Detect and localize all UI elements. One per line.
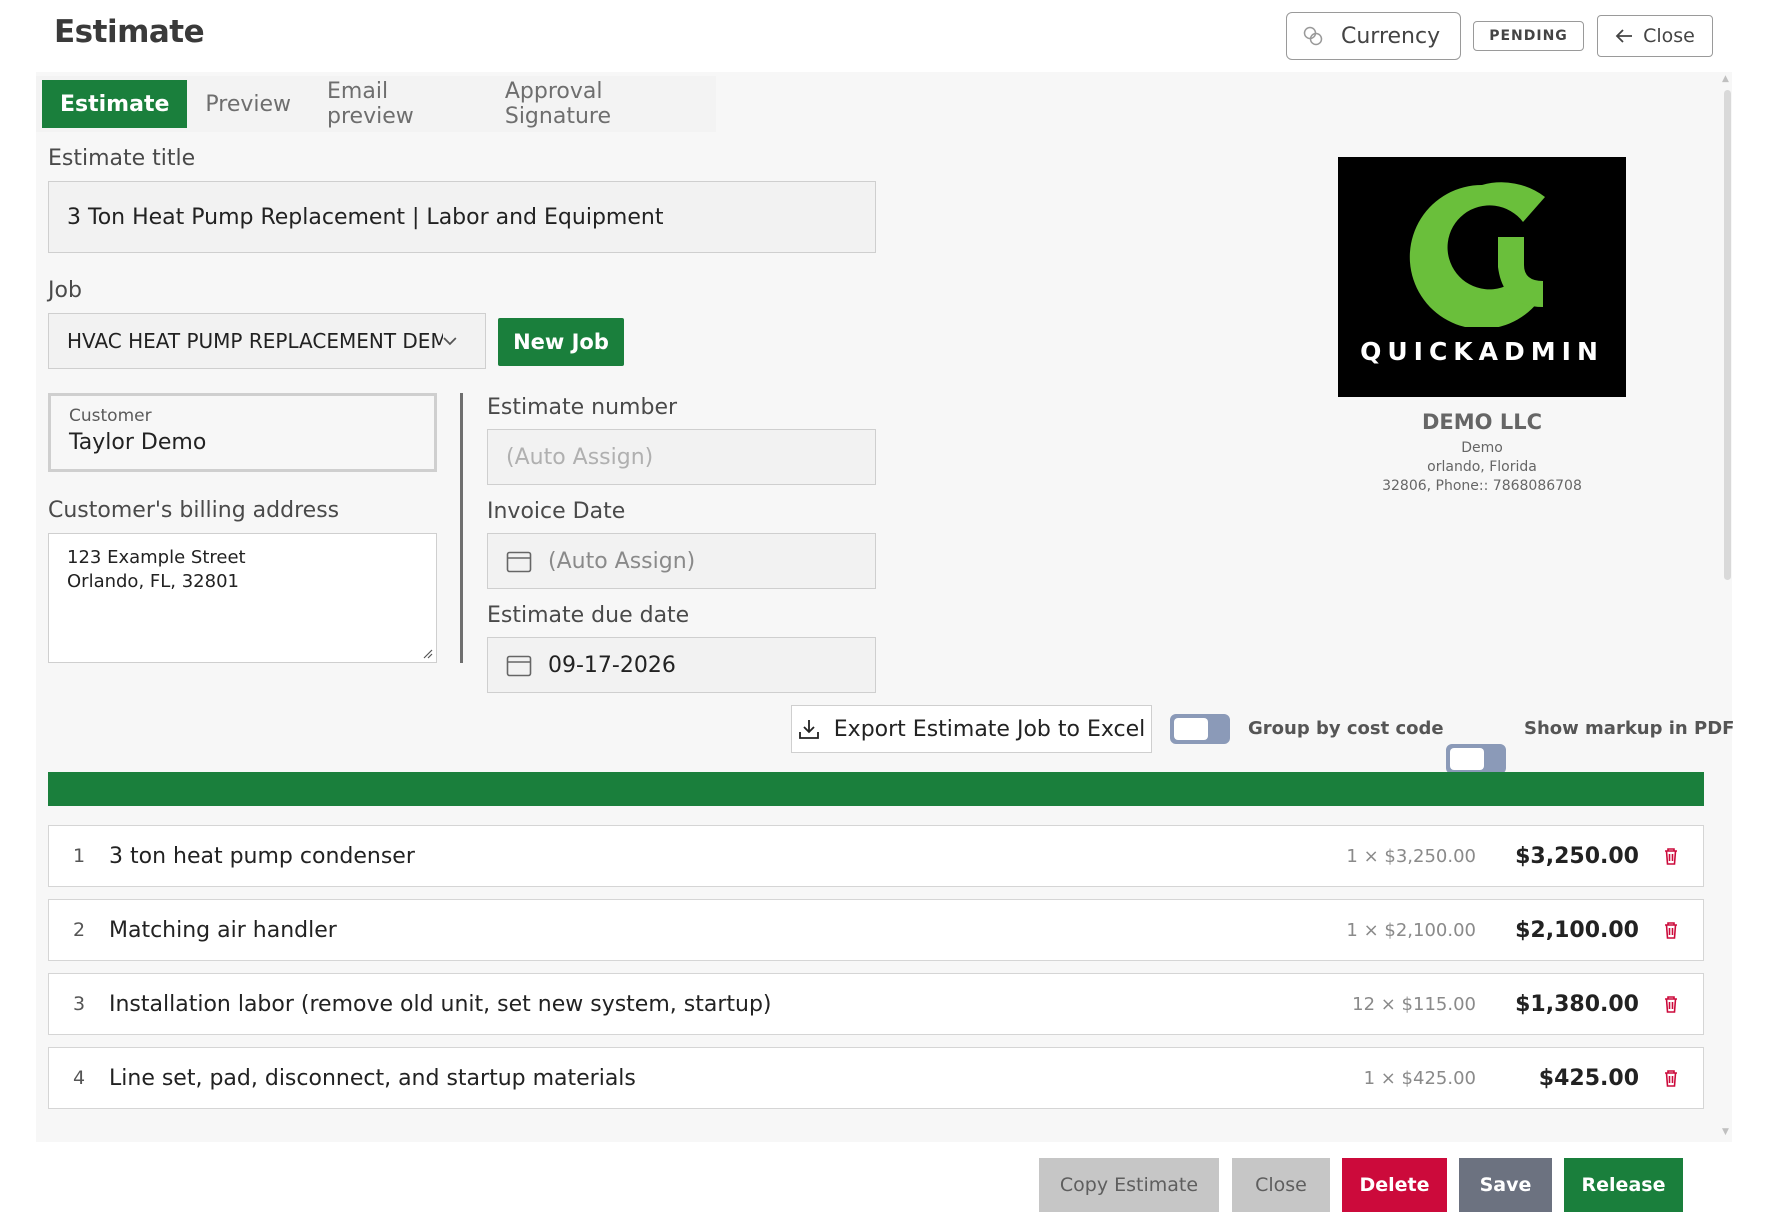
line-item-total: $1,380.00	[1515, 991, 1639, 1017]
close-button[interactable]: Close	[1232, 1158, 1330, 1212]
arrow-left-icon	[1615, 29, 1633, 43]
currency-button[interactable]: Currency	[1286, 12, 1461, 60]
page-title: Estimate	[54, 14, 205, 50]
job-label: Job	[48, 278, 82, 303]
billing-address-line1: 123 Example Street	[67, 547, 246, 568]
estimate-number-label: Estimate number	[487, 395, 678, 420]
estimate-number-input[interactable]: (Auto Assign)	[487, 429, 876, 485]
resize-grip-icon[interactable]	[423, 649, 433, 659]
scroll-down-arrow[interactable]: ▼	[1722, 1127, 1729, 1137]
line-item-description: Matching air handler	[109, 917, 337, 943]
job-select-value: HVAC HEAT PUMP REPLACEMENT DEM	[67, 329, 444, 353]
download-icon	[798, 720, 819, 739]
close-button-top[interactable]: Close	[1597, 15, 1713, 57]
line-item-total: $3,250.00	[1515, 843, 1639, 869]
customer-label: Customer	[69, 406, 152, 426]
due-date-value: 09-17-2026	[548, 652, 676, 678]
job-select[interactable]: HVAC HEAT PUMP REPLACEMENT DEM	[48, 313, 486, 369]
chevron-down-icon	[443, 337, 457, 346]
line-item-total: $2,100.00	[1515, 917, 1639, 943]
trash-icon[interactable]	[1659, 918, 1683, 942]
export-label: Export Estimate Job to Excel	[833, 716, 1146, 742]
line-item-description: 3 ton heat pump condenser	[109, 843, 415, 869]
vertical-divider	[460, 393, 463, 663]
tab-estimate[interactable]: Estimate	[42, 80, 188, 128]
currency-label: Currency	[1341, 23, 1441, 49]
export-excel-button[interactable]: Export Estimate Job to Excel	[791, 705, 1152, 753]
line-items-header-bar	[48, 772, 1704, 806]
estimate-title-input[interactable]: 3 Ton Heat Pump Replacement | Labor and …	[48, 181, 876, 253]
customer-value: Taylor Demo	[69, 430, 207, 455]
close-label: Close	[1643, 25, 1695, 47]
invoice-date-input[interactable]: (Auto Assign)	[487, 533, 876, 589]
tab-email-preview[interactable]: Email preview	[309, 79, 487, 129]
company-line-1: Demo	[1461, 440, 1503, 456]
line-item-total: $425.00	[1538, 1065, 1639, 1091]
company-line-2: orlando, Florida	[1427, 459, 1537, 475]
logo-text: QUICKADMIN	[1360, 337, 1604, 366]
new-job-button[interactable]: New Job	[498, 318, 624, 366]
billing-address-label: Customer's billing address	[48, 498, 340, 523]
tab-preview[interactable]: Preview	[187, 80, 309, 128]
trash-icon[interactable]	[1659, 992, 1683, 1016]
currency-icon	[1303, 26, 1323, 46]
trash-icon[interactable]	[1659, 844, 1683, 868]
estimate-number-placeholder: (Auto Assign)	[506, 444, 654, 470]
trash-icon[interactable]	[1659, 1066, 1683, 1090]
group-by-cost-code-toggle[interactable]	[1170, 714, 1230, 744]
delete-button[interactable]: Delete	[1342, 1158, 1447, 1212]
calendar-icon	[506, 655, 532, 677]
line-item-row[interactable]: 2 Matching air handler 1 × $2,100.00 $2,…	[48, 899, 1704, 961]
line-item-number: 1	[72, 845, 86, 867]
estimate-title-value: 3 Ton Heat Pump Replacement | Labor and …	[67, 204, 664, 230]
line-item-qty-price: 1 × $425.00	[1363, 1067, 1476, 1089]
line-item-number: 4	[72, 1067, 86, 1089]
scroll-up-arrow[interactable]: ▲	[1722, 74, 1729, 84]
release-button[interactable]: Release	[1564, 1158, 1683, 1212]
show-markup-toggle[interactable]	[1446, 744, 1506, 774]
billing-address-line2: Orlando, FL, 32801	[67, 571, 239, 592]
line-item-qty-price: 12 × $115.00	[1352, 993, 1476, 1015]
company-line-3: 32806, Phone:: 7868086708	[1382, 478, 1582, 494]
due-date-label: Estimate due date	[487, 603, 690, 628]
due-date-input[interactable]: 09-17-2026	[487, 637, 876, 693]
line-item-description: Installation labor (remove old unit, set…	[109, 991, 772, 1017]
tab-approval-signature[interactable]: Approval Signature	[487, 79, 716, 129]
line-item-description: Line set, pad, disconnect, and startup m…	[109, 1065, 636, 1091]
company-name: DEMO LLC	[1421, 410, 1542, 434]
customer-field[interactable]: Customer Taylor Demo	[48, 393, 437, 472]
calendar-icon	[506, 551, 532, 573]
group-by-cost-code-label: Group by cost code	[1248, 718, 1444, 739]
line-item-qty-price: 1 × $2,100.00	[1346, 919, 1476, 941]
estimate-title-label: Estimate title	[48, 146, 196, 171]
tab-bar: Estimate Preview Email preview Approval …	[36, 76, 716, 132]
toggle-knob	[1450, 748, 1484, 770]
status-badge: PENDING	[1473, 21, 1584, 51]
invoice-date-placeholder: (Auto Assign)	[548, 548, 696, 574]
line-item-qty-price: 1 × $3,250.00	[1346, 845, 1476, 867]
scrollbar-thumb[interactable]	[1724, 90, 1731, 580]
copy-estimate-button[interactable]: Copy Estimate	[1039, 1158, 1219, 1212]
invoice-date-label: Invoice Date	[487, 499, 626, 524]
line-item-number: 2	[72, 919, 86, 941]
show-markup-label: Show markup in PDF	[1524, 718, 1735, 739]
save-button[interactable]: Save	[1459, 1158, 1552, 1212]
line-item-row[interactable]: 4 Line set, pad, disconnect, and startup…	[48, 1047, 1704, 1109]
line-item-row[interactable]: 1 3 ton heat pump condenser 1 × $3,250.0…	[48, 825, 1704, 887]
line-item-row[interactable]: 3 Installation labor (remove old unit, s…	[48, 973, 1704, 1035]
line-item-number: 3	[72, 993, 86, 1015]
billing-address-textarea[interactable]: 123 Example Street Orlando, FL, 32801	[48, 533, 437, 663]
quickadmin-logo-mark	[1409, 182, 1545, 327]
toggle-knob	[1174, 718, 1208, 740]
company-logo: QUICKADMIN	[1338, 157, 1626, 397]
